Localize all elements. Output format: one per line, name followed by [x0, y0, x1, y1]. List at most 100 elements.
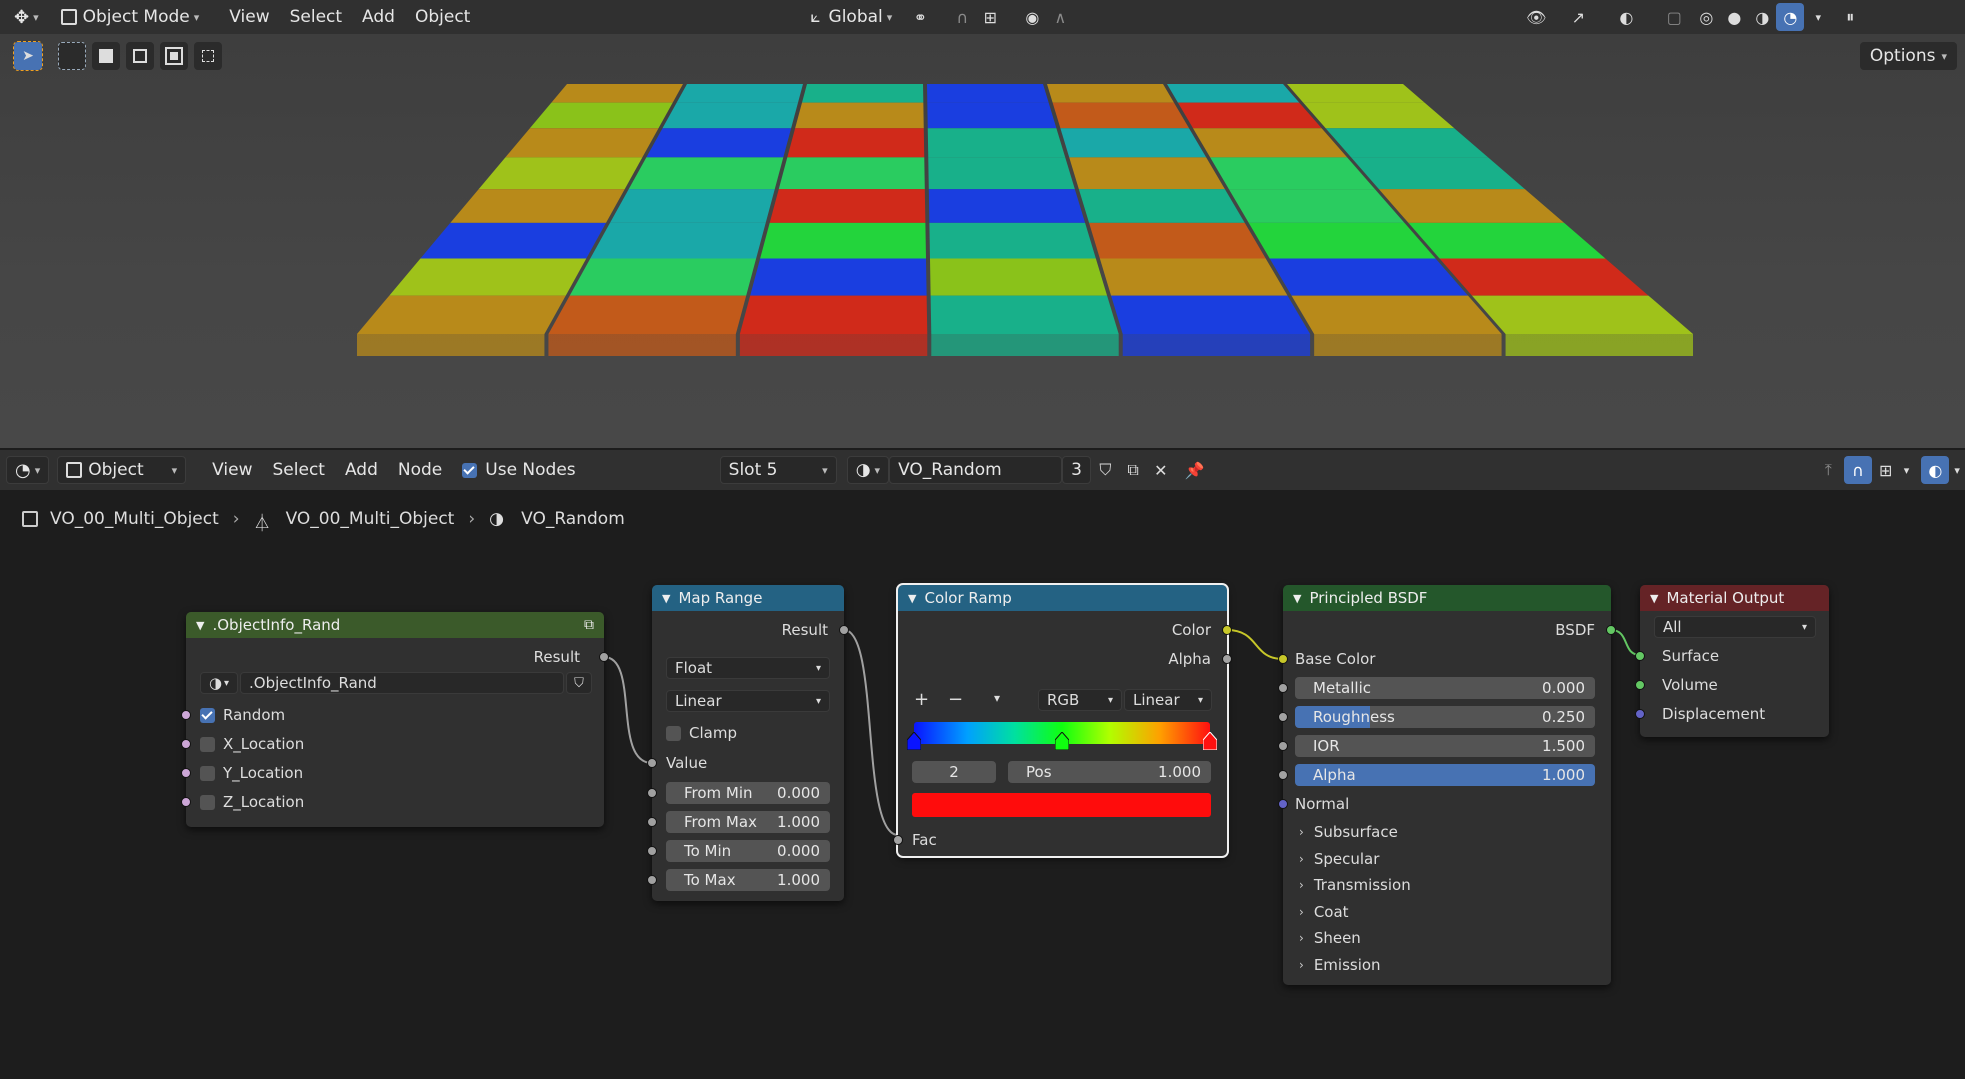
select-mode-new-icon[interactable] [58, 42, 86, 70]
material-browse-button[interactable]: ◑ ▾ [846, 456, 890, 484]
falloff-icon[interactable]: ∧ [1046, 3, 1074, 31]
snap-mode-chevron-icon[interactable]: ▾ [1900, 456, 1914, 484]
collapse-chevron-icon[interactable]: ▼ [1293, 592, 1301, 605]
menu-view[interactable]: View [204, 456, 260, 484]
collapse-chevron-icon[interactable]: ▼ [908, 592, 916, 605]
stop-index-field[interactable]: 2 [912, 761, 996, 783]
pivot-icon[interactable]: ⚭ [906, 3, 934, 31]
overlays-icon[interactable]: ◐ [1612, 3, 1640, 31]
gizmo-icon[interactable]: ↗ [1564, 3, 1592, 31]
proportional-edit-icon[interactable]: ◉ [1018, 3, 1046, 31]
objectinfo-result-socket[interactable] [599, 652, 609, 662]
options-dropdown[interactable]: Options ▾ [1859, 42, 1957, 70]
menu-view[interactable]: View [221, 3, 277, 31]
objectinfo-input-row[interactable]: Y_Location [200, 762, 303, 784]
bsdf-field-socket[interactable] [1278, 712, 1288, 722]
breadcrumb-mesh[interactable]: VO_00_Multi_Object [286, 509, 455, 529]
bsdf-panel-row[interactable]: › Subsurface [1299, 821, 1398, 843]
visibility-icon[interactable]: 👁 [1522, 3, 1550, 31]
objectinfo-input-row[interactable]: X_Location [200, 733, 304, 755]
shading-options-chevron-icon[interactable]: ▾ [1804, 3, 1832, 31]
viewport-3d[interactable]: ➤ Options ▾ [0, 34, 1965, 448]
material-output-node[interactable]: ▼ Material Output All ▾ Surface Volume Disp… [1635, 585, 1829, 737]
ramp-interpolation-dropdown[interactable]: Linear ▾ [1124, 689, 1212, 711]
mode-dropdown[interactable]: Object Mode ▾ [53, 3, 208, 31]
editor-type-button[interactable]: ✥ ▾ [6, 3, 47, 31]
menu-select[interactable]: Select [282, 3, 350, 31]
maprange-field[interactable]: From Max 1.000 [666, 811, 830, 833]
breadcrumb-material[interactable]: VO_Random [521, 509, 625, 529]
expand-chevron-icon[interactable]: › [1299, 931, 1304, 945]
maprange-field-socket[interactable] [647, 788, 657, 798]
objectinfo-input-socket[interactable] [181, 710, 191, 720]
select-mode-invert-icon[interactable] [160, 42, 188, 70]
expand-chevron-icon[interactable]: › [1299, 878, 1304, 892]
input-checkbox[interactable] [200, 765, 215, 781]
maprange-node[interactable]: ▼ Map Range Result Float ▾ Linear ▾ Clamp … [647, 585, 849, 901]
bsdf-panel-row[interactable]: › Coat [1299, 901, 1349, 923]
duplicate-material-icon[interactable]: ⧉ [1119, 456, 1147, 484]
maprange-field-socket[interactable] [647, 817, 657, 827]
menu-node[interactable]: Node [390, 456, 450, 484]
select-box-tool-icon[interactable]: ➤ [13, 41, 43, 71]
objectinfo-node[interactable]: ▼ .ObjectInfo_Rand ⧉ Result ◑ ▾ .ObjectIn… [181, 612, 609, 827]
objectinfo-input-row[interactable]: Z_Location [200, 791, 304, 813]
colorramp-node[interactable]: ▼ Color Ramp Color Alpha + − ▾ RGB ▾ Line… [893, 583, 1232, 858]
bsdf-field[interactable]: IOR 1.500 [1295, 735, 1595, 757]
output-input-socket[interactable] [1635, 680, 1645, 690]
objectinfo-input-socket[interactable] [181, 739, 191, 749]
maprange-node-header[interactable]: ▼ Map Range [652, 585, 844, 611]
expand-chevron-icon[interactable]: › [1299, 825, 1304, 839]
bsdf-field-socket[interactable] [1278, 683, 1288, 693]
shader-type-dropdown[interactable]: Object ▾ [57, 456, 187, 484]
input-checkbox[interactable] [200, 707, 215, 723]
slot-dropdown[interactable]: Slot 5 ▾ [719, 456, 837, 484]
ramp-menu-chevron-icon[interactable]: ▾ [994, 691, 1000, 705]
orientation-dropdown[interactable]: ⟀ Global ▾ [802, 3, 900, 31]
base-color-socket[interactable] [1278, 654, 1288, 664]
node-group-icon[interactable]: ⧉ [584, 617, 594, 633]
normal-socket[interactable] [1278, 799, 1288, 809]
ramp-stop-marker[interactable] [1054, 731, 1070, 751]
select-mode-intersect-icon[interactable] [194, 42, 222, 70]
overlays-chevron-icon[interactable]: ▾ [1949, 456, 1965, 484]
maprange-clamp-row[interactable]: Clamp [666, 722, 737, 744]
user-count-button[interactable]: 3 [1061, 456, 1092, 484]
snap-mode-icon[interactable]: ⊞ [1872, 456, 1900, 484]
shading-material-icon[interactable]: ◑ [1748, 3, 1776, 31]
input-checkbox[interactable] [200, 794, 215, 810]
pause-icon[interactable]: ⏸ [1836, 3, 1864, 31]
shading-solid-icon[interactable]: ● [1720, 3, 1748, 31]
color-mode-dropdown[interactable]: RGB ▾ [1038, 689, 1122, 711]
clamp-checkbox[interactable] [666, 725, 681, 741]
maprange-field[interactable]: To Max 1.000 [666, 869, 830, 891]
select-mode-extend-icon[interactable] [92, 42, 120, 70]
add-stop-icon[interactable]: + [914, 689, 929, 710]
ramp-stop-marker[interactable] [906, 731, 922, 751]
ramp-stop-marker[interactable] [1202, 731, 1218, 751]
maprange-field-socket[interactable] [647, 875, 657, 885]
maprange-result-socket[interactable] [839, 625, 849, 635]
bsdf-field[interactable]: Alpha 1.000 [1295, 764, 1595, 786]
overlays-toggle-icon[interactable]: ◐ [1921, 456, 1950, 484]
maprange-field-socket[interactable] [647, 846, 657, 856]
bsdf-node-header[interactable]: ▼ Principled BSDF [1283, 585, 1611, 611]
select-mode-subtract-icon[interactable] [126, 42, 154, 70]
maprange-field[interactable]: To Min 0.000 [666, 840, 830, 862]
output-input-socket[interactable] [1635, 709, 1645, 719]
pin-icon[interactable]: 📌 [1181, 456, 1209, 484]
maprange-interpolation-dropdown[interactable]: Linear ▾ [666, 690, 830, 712]
snap-target-icon[interactable]: ⊞ [976, 3, 1004, 31]
shading-wireframe-icon[interactable]: ◎ [1692, 3, 1720, 31]
bsdf-panel-row[interactable]: › Specular [1299, 848, 1379, 870]
bsdf-field[interactable]: Roughness 0.250 [1295, 706, 1595, 728]
bsdf-field-socket[interactable] [1278, 741, 1288, 751]
bsdf-field-socket[interactable] [1278, 770, 1288, 780]
objectinfo-input-row[interactable]: Random [200, 704, 285, 726]
output-input-socket[interactable] [1635, 651, 1645, 661]
colorramp-color-socket[interactable] [1222, 625, 1232, 635]
stop-color-swatch[interactable] [912, 793, 1211, 817]
collapse-chevron-icon[interactable]: ▼ [1650, 592, 1658, 605]
material-name-field[interactable]: VO_Random [889, 456, 1062, 484]
shading-rendered-icon[interactable]: ◔ [1776, 3, 1805, 31]
